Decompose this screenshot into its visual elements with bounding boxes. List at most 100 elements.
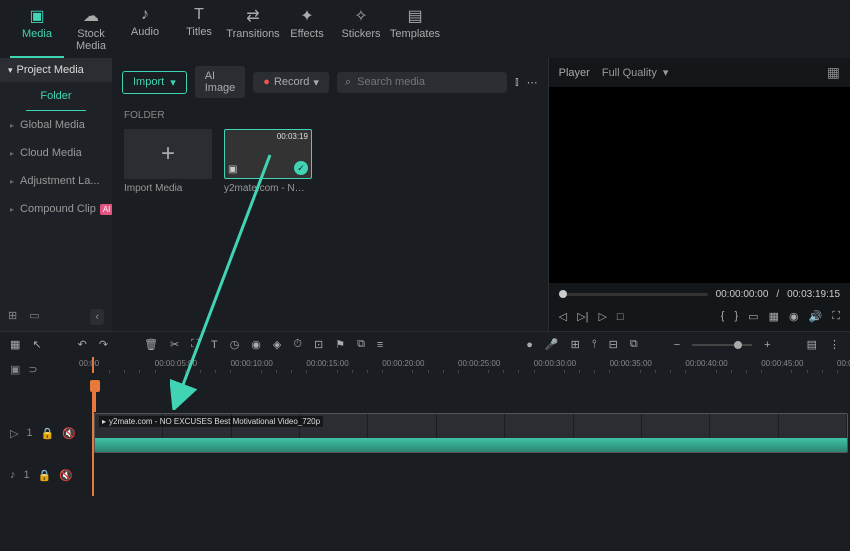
quality-select[interactable]: Full Quality▾ <box>602 66 669 79</box>
transitions-icon: ⇄ <box>226 6 280 26</box>
chevron-right-icon: ▸ <box>10 149 14 158</box>
playhead[interactable] <box>94 382 96 412</box>
folder-tab[interactable]: Folder <box>26 82 86 111</box>
chevron-right-icon: ▸ <box>10 205 14 214</box>
volume-icon[interactable]: 🔊 <box>809 310 823 323</box>
zoom-knob[interactable] <box>734 341 742 349</box>
zoom-out-icon[interactable]: − <box>674 339 680 351</box>
marker-icon[interactable]: ⚑ <box>335 338 345 351</box>
mic-icon[interactable]: 🎤 <box>545 338 559 351</box>
tab-stock-media[interactable]: ☁Stock Media <box>64 4 118 58</box>
cut-icon[interactable]: ✂ <box>170 338 179 351</box>
stop-icon[interactable]: □ <box>617 311 624 323</box>
tab-transitions[interactable]: ⇄Transitions <box>226 4 280 58</box>
keyframe-icon[interactable]: ◈ <box>273 338 281 351</box>
delete-icon[interactable]: 🗑 <box>144 338 158 351</box>
tab-effects[interactable]: ✦Effects <box>280 4 334 58</box>
timeline-layout-icon[interactable]: ▣ <box>10 363 20 376</box>
snap-icon[interactable]: ⊟ <box>609 338 618 351</box>
timeline-ruler[interactable]: 00:0000:00:05:0000:00:10:0000:00:15:0000… <box>92 357 850 373</box>
import-media-card[interactable]: + Import Media <box>124 129 212 194</box>
tab-stickers[interactable]: ✧Stickers <box>334 4 388 58</box>
search-input[interactable] <box>357 76 499 88</box>
sidebar-footer: ⊞ ▭ ‹ <box>0 303 112 331</box>
folder-section-header: FOLDER <box>112 106 548 129</box>
audio-track-icon: ♪ <box>10 469 16 481</box>
sidebar-item-global-media[interactable]: ▸Global Media <box>0 111 112 139</box>
record-button[interactable]: ●Record▾ <box>253 72 329 93</box>
text-icon[interactable]: T <box>211 339 218 351</box>
fullscreen-icon[interactable]: ⛶ <box>832 310 840 323</box>
ruler-tick: 00:00:30:00 <box>534 359 576 368</box>
scrubber[interactable] <box>559 293 708 296</box>
ai-image-button[interactable]: AI Image <box>195 66 246 98</box>
grid-icon[interactable]: ▦ <box>769 310 779 323</box>
sidebar-item-cloud-media[interactable]: ▸Cloud Media <box>0 139 112 167</box>
player-panel: Player Full Quality▾ ▦ 00:00:00:00 / 00:… <box>548 58 850 331</box>
titles-icon: T <box>172 6 226 24</box>
lock-icon[interactable]: 🔒 <box>38 469 52 482</box>
mixer-icon[interactable]: ⊞ <box>571 338 580 351</box>
group-icon[interactable]: ⧉ <box>357 338 365 351</box>
ruler-tick: 00:00:25:00 <box>458 359 500 368</box>
voiceover-icon[interactable]: ● <box>526 339 533 351</box>
sidebar: ▾Project Media Folder ▸Global Media ▸Clo… <box>0 58 112 331</box>
project-media-header[interactable]: ▾Project Media <box>0 58 112 82</box>
record-icon: ● <box>263 76 270 88</box>
search-icon: ⌕ <box>345 76 351 89</box>
layout-icon[interactable]: ▦ <box>10 338 20 351</box>
pointer-icon[interactable]: ↖ <box>32 338 41 351</box>
timer-icon[interactable]: ⏱ <box>293 338 302 351</box>
color-icon[interactable]: ◉ <box>251 338 261 351</box>
video-clip[interactable]: ▸y2mate.com - NO EXCUSES Best Motivation… <box>94 413 848 453</box>
media-icon: ▣ <box>10 6 64 26</box>
mark-out-icon[interactable]: } <box>734 310 738 323</box>
ratio-icon[interactable]: ▭ <box>748 310 758 323</box>
audio-icon: ♪ <box>118 6 172 24</box>
prev-frame-icon[interactable]: ◁ <box>559 310 567 323</box>
adjust-icon[interactable]: ⫯ <box>592 338 597 351</box>
chevron-down-icon: ▾ <box>170 76 176 89</box>
folder-icon[interactable]: ▭ <box>29 309 39 325</box>
clip-name: y2mate.com - NO EXC... <box>224 183 312 194</box>
view-icon[interactable]: ▤ <box>807 338 817 351</box>
tab-media[interactable]: ▣Media <box>10 4 64 58</box>
tab-audio[interactable]: ♪Audio <box>118 4 172 58</box>
more-icon[interactable]: ⋯ <box>527 76 538 89</box>
tab-label: Effects <box>290 28 323 40</box>
scrubber-knob[interactable] <box>559 290 567 298</box>
sidebar-item-compound-clip[interactable]: ▸Compound ClipAI <box>0 195 112 223</box>
tab-titles[interactable]: TTitles <box>172 4 226 58</box>
video-preview[interactable] <box>549 87 850 283</box>
track-icon[interactable]: ≡ <box>377 339 383 351</box>
more-icon[interactable]: ⋮ <box>829 338 840 351</box>
collapse-sidebar-icon[interactable]: ‹ <box>90 309 104 325</box>
timeline-ruler-row: ▣ ⊃ 00:0000:00:05:0000:00:10:0000:00:15:… <box>0 357 850 382</box>
import-button[interactable]: Import▾ <box>122 71 187 94</box>
crop-icon[interactable]: ⛶ <box>191 338 199 351</box>
mute-icon[interactable]: 🔇 <box>62 427 76 440</box>
fit-icon[interactable]: ⊡ <box>314 338 323 351</box>
speed-icon[interactable]: ◷ <box>230 338 240 351</box>
lock-icon[interactable]: 🔒 <box>41 427 55 440</box>
ai-label: AI Image <box>205 70 236 94</box>
snapshot-icon[interactable]: ▦ <box>827 64 840 81</box>
play-icon[interactable]: ▷ <box>598 310 606 323</box>
magnet-icon[interactable]: ⊃ <box>28 363 37 376</box>
tab-templates[interactable]: ▤Templates <box>388 4 442 58</box>
sidebar-item-adjustment-layer[interactable]: ▸Adjustment La... <box>0 167 112 195</box>
media-clip-card[interactable]: 00:03:19 ▣ ✓ y2mate.com - NO EXC... <box>224 129 312 194</box>
total-time: 00:03:19:15 <box>787 289 840 300</box>
search-box[interactable]: ⌕ <box>337 72 507 93</box>
mark-in-icon[interactable]: { <box>721 310 725 323</box>
zoom-in-icon[interactable]: + <box>764 339 770 351</box>
mute-icon[interactable]: 🔇 <box>59 469 73 482</box>
undo-icon[interactable]: ↶ <box>78 338 87 351</box>
camera-icon[interactable]: ◉ <box>789 310 799 323</box>
play-back-icon[interactable]: ▷| <box>577 310 588 323</box>
zoom-slider[interactable] <box>692 344 752 346</box>
filter-icon[interactable]: ⫾ <box>515 76 519 89</box>
redo-icon[interactable]: ↷ <box>99 338 108 351</box>
new-folder-icon[interactable]: ⊞ <box>8 309 17 325</box>
link-icon[interactable]: ⧉ <box>630 338 638 351</box>
